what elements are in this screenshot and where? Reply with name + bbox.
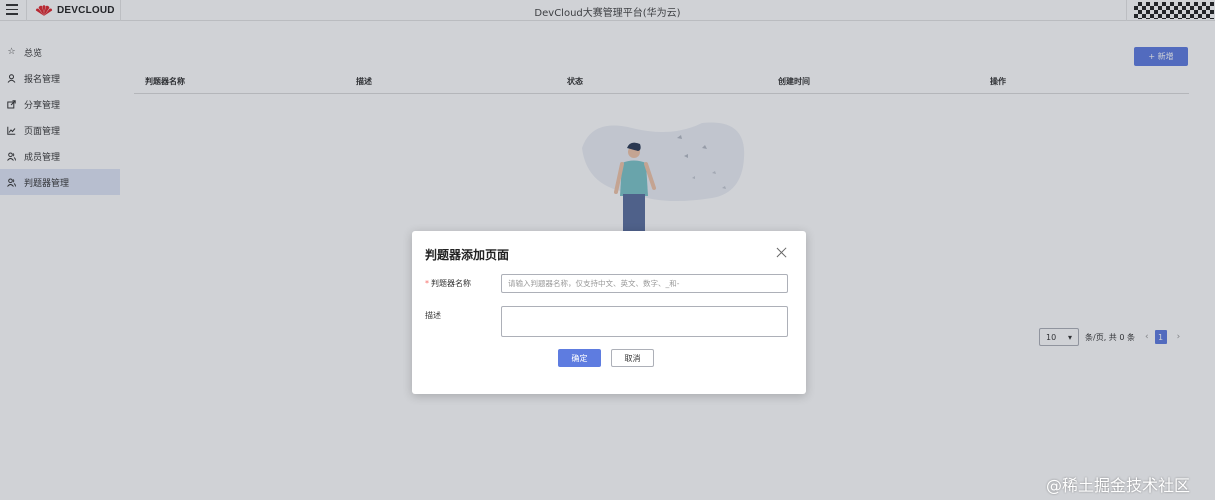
description-label: 描述 xyxy=(425,311,441,320)
confirm-button[interactable]: 确定 xyxy=(558,349,601,367)
description-textarea[interactable] xyxy=(501,306,788,337)
dialog-title: 判题器添加页面 xyxy=(425,248,510,262)
judge-name-input[interactable]: 请输入判题器名称，仅支持中文、英文、数字、_和- xyxy=(501,274,788,293)
required-mark: * xyxy=(425,279,429,288)
add-judge-dialog: 判题器添加页面 * 判题器名称 请输入判题器名称，仅支持中文、英文、数字、_和- … xyxy=(412,231,806,394)
watermark: @稀土掘金技术社区 xyxy=(1046,476,1191,495)
close-icon[interactable] xyxy=(776,246,788,258)
cancel-button[interactable]: 取消 xyxy=(611,349,654,367)
judge-name-label: * 判题器名称 xyxy=(425,279,471,288)
